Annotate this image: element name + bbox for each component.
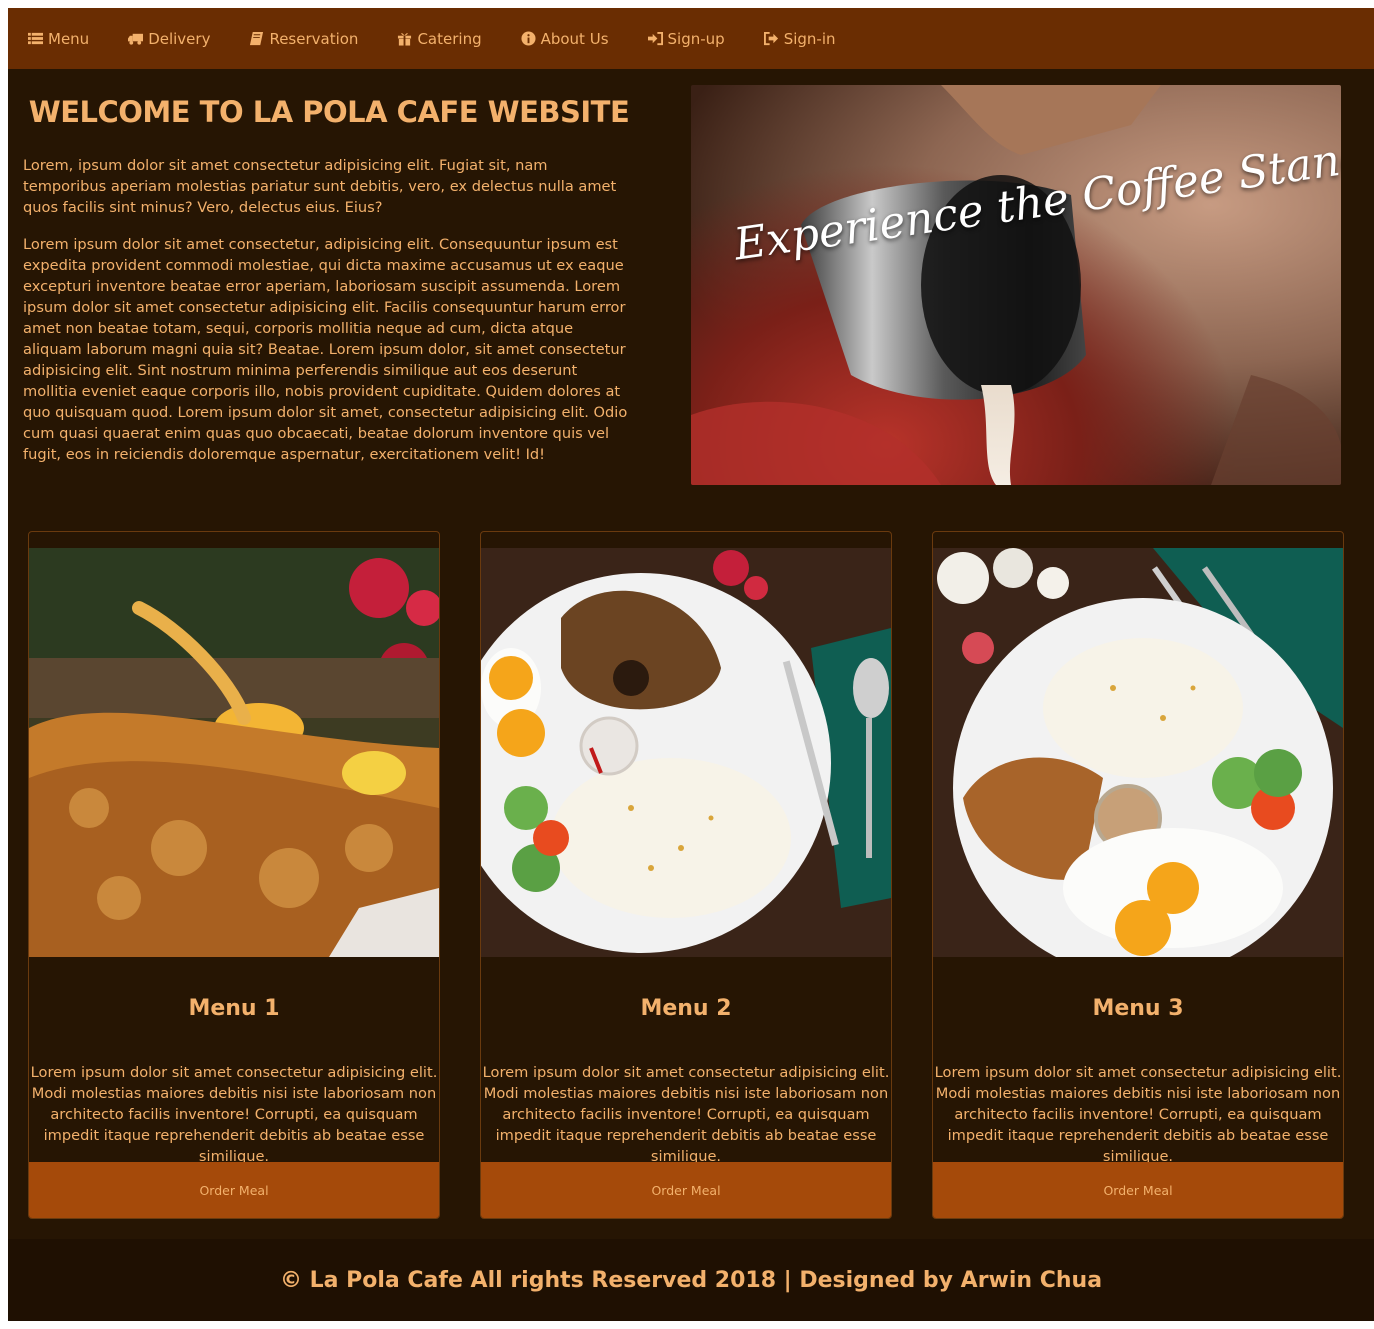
menu-3-description: Lorem ipsum dolor sit amet consectetur a… bbox=[934, 1064, 1342, 1165]
menu-card-1: Menu 1 Lorem ipsum dolor sit amet consec… bbox=[28, 531, 440, 1219]
footer: © La Pola Cafe All rights Reserved 2018 … bbox=[8, 1239, 1374, 1321]
nav-delivery-label: Delivery bbox=[148, 29, 211, 48]
menu-card-2: Menu 2 Lorem ipsum dolor sit amet consec… bbox=[480, 531, 892, 1219]
menu-1-title: Menu 1 bbox=[188, 996, 280, 1021]
page: Menu Delivery Reservation Catering About… bbox=[8, 8, 1374, 1321]
nav-sign-up-label: Sign-up bbox=[667, 29, 725, 48]
nav-delivery[interactable]: Delivery bbox=[128, 30, 210, 48]
info-icon bbox=[521, 31, 536, 46]
intro-paragraph-1: Lorem, ipsum dolor sit amet consectetur … bbox=[23, 157, 617, 216]
nav-menu[interactable]: Menu bbox=[28, 30, 89, 48]
nav-sign-in-label: Sign-in bbox=[783, 29, 836, 48]
order-meal-button-1[interactable]: Order Meal bbox=[29, 1162, 439, 1218]
list-icon bbox=[28, 31, 43, 46]
top-navbar: Menu Delivery Reservation Catering About… bbox=[8, 8, 1374, 69]
menu-3-image bbox=[933, 548, 1343, 957]
gift-icon bbox=[397, 31, 412, 46]
order-meal-button-3[interactable]: Order Meal bbox=[933, 1162, 1343, 1218]
hero-coffee-image: Experience the Coffee Standard bbox=[691, 85, 1341, 485]
truck-icon bbox=[128, 31, 144, 46]
sign-out-icon bbox=[763, 31, 779, 46]
menu-3-title: Menu 3 bbox=[1092, 996, 1184, 1021]
menu-2-title: Menu 2 bbox=[640, 996, 732, 1021]
intro-paragraph-2: Lorem ipsum dolor sit amet consectetur, … bbox=[23, 236, 628, 463]
nav-catering-label: Catering bbox=[417, 29, 482, 48]
menu-2-image bbox=[481, 548, 891, 957]
sign-in-icon bbox=[647, 31, 663, 46]
menu-card-3: Menu 3 Lorem ipsum dolor sit amet consec… bbox=[932, 531, 1344, 1219]
page-title: WELCOME TO LA POLA CAFE WEBSITE bbox=[28, 95, 630, 129]
nav-sign-up[interactable]: Sign-up bbox=[647, 29, 725, 48]
nav-about-us-label: About Us bbox=[540, 29, 609, 48]
nav-catering[interactable]: Catering bbox=[397, 29, 482, 48]
book-icon bbox=[249, 31, 264, 46]
menu-1-description: Lorem ipsum dolor sit amet consectetur a… bbox=[30, 1064, 438, 1165]
nav-sign-in[interactable]: Sign-in bbox=[763, 29, 836, 48]
footer-copyright: © La Pola Cafe All rights Reserved 2018 … bbox=[279, 1267, 1103, 1293]
intro-section: WELCOME TO LA POLA CAFE WEBSITE Lorem, i… bbox=[23, 85, 635, 465]
nav-reservation-label: Reservation bbox=[269, 29, 359, 48]
nav-menu-label: Menu bbox=[48, 29, 90, 48]
nav-reservation[interactable]: Reservation bbox=[249, 30, 358, 48]
menu-1-image bbox=[29, 548, 439, 957]
order-meal-button-2[interactable]: Order Meal bbox=[481, 1162, 891, 1218]
menu-2-description: Lorem ipsum dolor sit amet consectetur a… bbox=[482, 1064, 890, 1165]
nav-about-us[interactable]: About Us bbox=[521, 30, 609, 48]
